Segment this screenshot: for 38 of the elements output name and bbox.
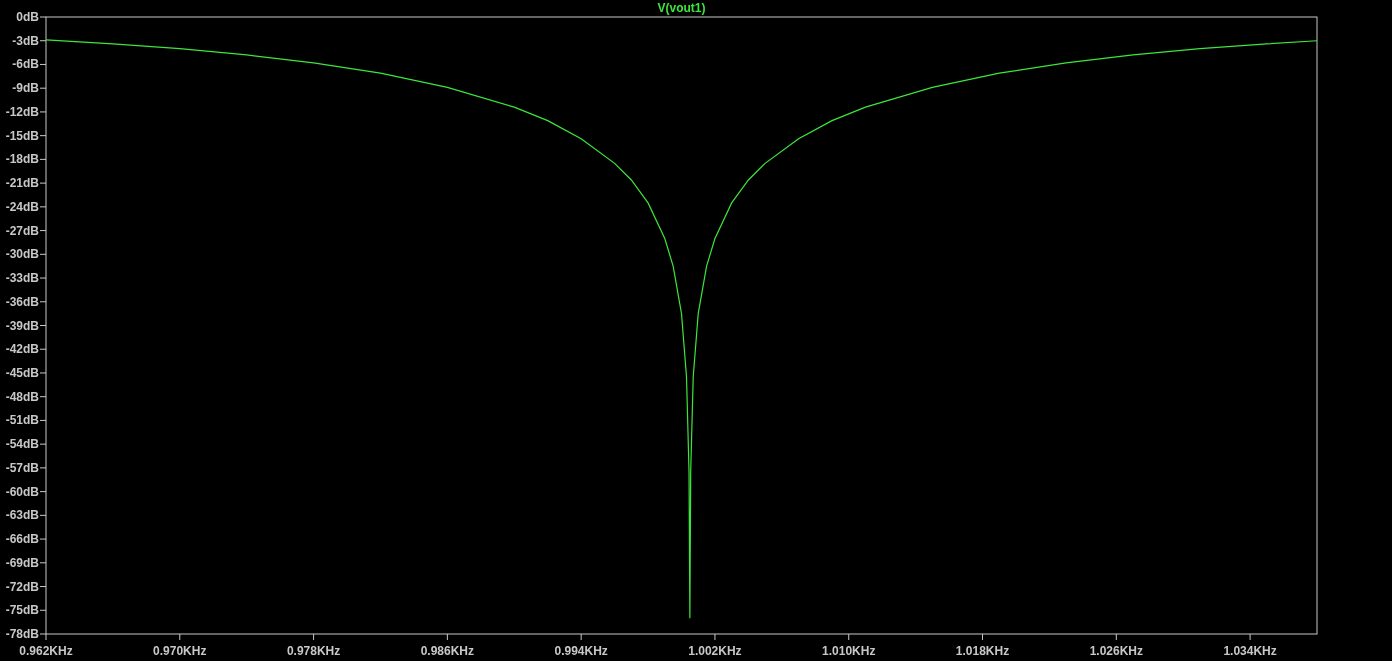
y-axis-label: -42dB [5, 342, 39, 357]
x-axis-label: 0.962KHz [19, 644, 73, 658]
y-axis-label: -15dB [5, 128, 39, 143]
y-axis-label: -6dB [12, 57, 39, 72]
x-axis-label: 1.002KHz [688, 644, 742, 658]
x-axis-label: 1.034KHz [1223, 644, 1277, 658]
y-axis-label: -9dB [12, 81, 39, 96]
y-axis-label: -3dB [12, 33, 39, 48]
y-axis-label: -51dB [5, 413, 39, 428]
y-axis-label: -24dB [5, 199, 39, 214]
y-axis-label: -54dB [5, 437, 39, 452]
x-axis-label: 0.986KHz [420, 644, 475, 658]
y-axis-label: -69dB [5, 555, 39, 570]
y-axis-label: -60dB [5, 484, 39, 499]
x-axis-label: 0.994KHz [554, 644, 608, 658]
y-axis-label: -36dB [5, 294, 39, 309]
y-axis-label: -78dB [5, 627, 39, 641]
y-axis-label: -30dB [5, 247, 39, 262]
y-axis-label: -33dB [5, 271, 39, 286]
y-axis-label: -48dB [5, 389, 39, 404]
y-axis-label: -21dB [5, 176, 39, 191]
y-axis-label: -18dB [5, 152, 39, 167]
y-axis-label: -72dB [5, 579, 39, 594]
x-axis-label: 1.010KHz [822, 644, 876, 658]
y-axis-label: -12dB [5, 104, 39, 119]
y-axis-label: -27dB [5, 223, 39, 238]
x-axis-label: 0.978KHz [286, 644, 341, 658]
y-axis-label: -39dB [5, 318, 39, 333]
x-axis-label: 0.970KHz [153, 644, 207, 658]
y-axis-label: -75dB [5, 603, 39, 618]
y-axis-label: -45dB [5, 365, 39, 380]
y-axis-label: -66dB [5, 532, 39, 547]
x-axis-label: 1.026KHz [1089, 644, 1143, 658]
y-axis-label: -57dB [5, 460, 39, 475]
trace-label: V(vout1) [657, 1, 706, 15]
y-axis-label: -63dB [5, 508, 39, 523]
y-axis-label: 0dB [16, 10, 39, 24]
x-axis-label: 1.018KHz [955, 644, 1010, 658]
